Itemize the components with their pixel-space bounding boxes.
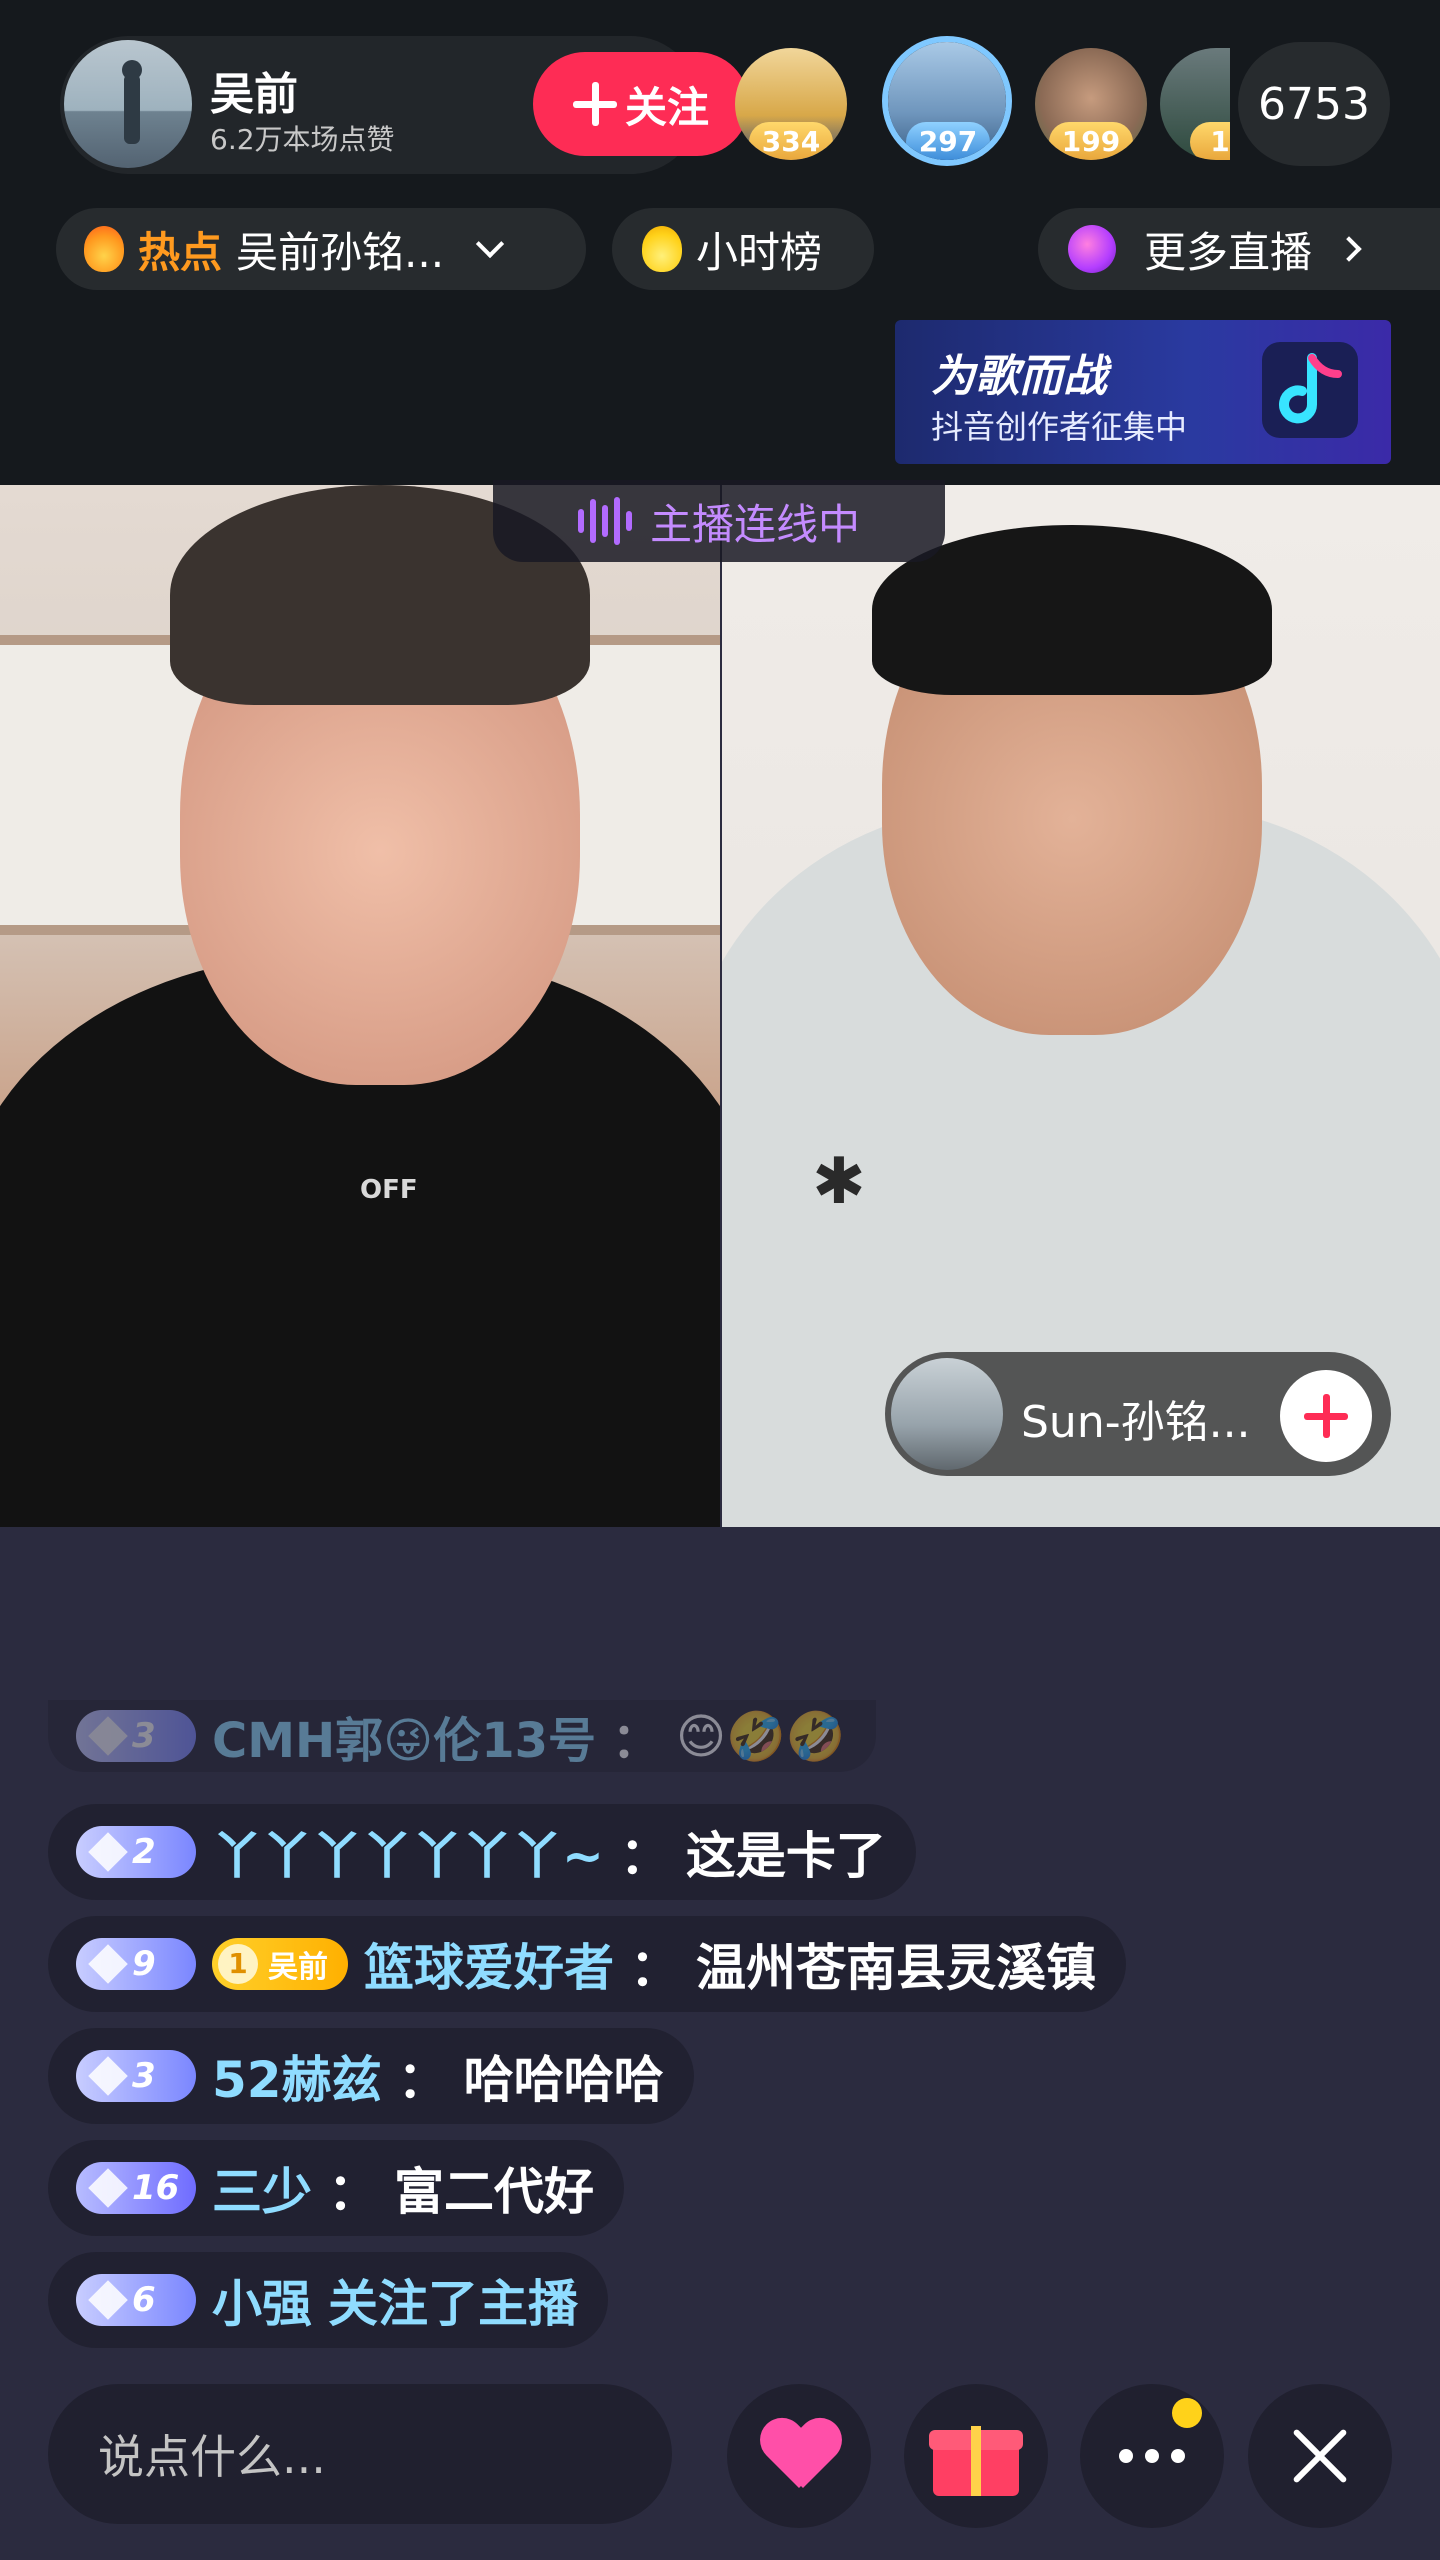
- user-level-badge: 6: [76, 2274, 196, 2326]
- guest-avatar[interactable]: [891, 1358, 1003, 1470]
- gift-icon: [929, 2416, 1023, 2496]
- more-live-pill[interactable]: 更多直播: [1038, 208, 1440, 290]
- chat-username[interactable]: 篮球爱好者: [364, 1928, 614, 2000]
- more-dots-icon: [1119, 2449, 1185, 2463]
- follow-button[interactable]: 关注: [533, 52, 749, 156]
- guest-card[interactable]: Sun-孙铭...: [885, 1352, 1391, 1476]
- promo-banner[interactable]: 为歌而战 抖音创作者征集中: [895, 320, 1391, 464]
- chevron-right-icon: [1336, 236, 1362, 262]
- host-video-feed[interactable]: OFF: [0, 485, 720, 1527]
- chat-message: 2 丫丫丫丫丫丫丫~ ： 这是卡了: [48, 1804, 916, 1900]
- chat-colon: ：: [328, 2163, 378, 2221]
- shirt-logo: OFF: [360, 1175, 418, 1205]
- follow-label: 关注: [624, 82, 709, 132]
- viewer-avatar[interactable]: 199: [1035, 48, 1147, 160]
- plus-icon: [1304, 1394, 1348, 1438]
- chevron-down-icon: [475, 229, 505, 259]
- chat-message: 9 1 吴前 篮球爱好者 ： 温州苍南县灵溪镇: [48, 1916, 1126, 2012]
- chat-text: 哈哈哈哈: [463, 2051, 664, 2109]
- connect-status-label: 主播连线中: [649, 499, 860, 549]
- viewer-count[interactable]: 6753: [1238, 42, 1390, 166]
- avatar-figure-body: [124, 74, 140, 144]
- planet-icon: [1068, 225, 1116, 273]
- close-icon: [1290, 2426, 1350, 2486]
- chat-username[interactable]: 小强: [212, 2264, 312, 2336]
- chat-username[interactable]: CMH郭😜伦13号: [212, 1701, 596, 1771]
- level-number: 6: [132, 2280, 156, 2320]
- guest-name: Sun-孙铭...: [1021, 1397, 1251, 1448]
- music-note-icon: [1262, 342, 1358, 438]
- viewer-badge: 297: [906, 122, 990, 160]
- close-button[interactable]: [1248, 2384, 1392, 2528]
- chat-colon: ：: [630, 1939, 680, 1997]
- chat-text: 温州苍南县灵溪镇: [696, 1939, 1096, 1997]
- level-number: 9: [132, 1944, 156, 1984]
- chat-text: 😊🤣🤣: [676, 1708, 846, 1765]
- notification-dot: [1172, 2398, 1202, 2428]
- user-level-badge: 3: [76, 2050, 196, 2102]
- level-number: 3: [132, 1716, 156, 1756]
- hot-topic-text: 吴前孙铭...: [236, 227, 445, 277]
- diamond-icon: [88, 2056, 128, 2096]
- host-card[interactable]: 吴前 6.2万本场点赞 关注: [60, 36, 749, 174]
- hot-label: 热点: [138, 227, 223, 277]
- host-likes: 6.2万本场点赞: [210, 123, 395, 156]
- diamond-icon: [88, 1716, 128, 1756]
- chat-text: 富二代好: [394, 2163, 594, 2221]
- fan-club-badge: 1 吴前: [212, 1938, 348, 1990]
- like-button[interactable]: [727, 2384, 871, 2528]
- viewer-badge: 1: [1190, 122, 1230, 160]
- comment-input[interactable]: 说点什么...: [48, 2384, 672, 2524]
- banner-subtitle: 抖音创作者征集中: [931, 408, 1188, 446]
- hourly-rank-pill[interactable]: 小时榜: [612, 208, 874, 290]
- chat-message: 3 52赫兹 ： 哈哈哈哈: [48, 2028, 694, 2124]
- diamond-icon: [88, 2168, 128, 2208]
- chat-message: 6 小强 关注了主播: [48, 2252, 608, 2348]
- user-level-badge: 16: [76, 2162, 196, 2214]
- diamond-icon: [88, 1944, 128, 1984]
- chat-message: 16 三少 ： 富二代好: [48, 2140, 624, 2236]
- hoodie-logo-icon: ✱: [812, 1145, 866, 1219]
- chat-username[interactable]: 三少: [212, 2152, 312, 2224]
- banner-title: 为歌而战: [931, 351, 1107, 402]
- plus-icon: [572, 82, 617, 126]
- fan-club-name: 吴前: [268, 1950, 328, 1985]
- chat-username[interactable]: 52赫兹: [212, 2040, 382, 2112]
- chat-message: 3 CMH郭😜伦13号 ： 😊🤣🤣: [48, 1700, 876, 1772]
- user-level-badge: 3: [76, 1710, 196, 1762]
- chat-username[interactable]: 丫丫丫丫丫丫丫~: [212, 1816, 604, 1888]
- level-number: 16: [132, 2168, 180, 2208]
- diamond-icon: [88, 2280, 128, 2320]
- viewer-avatar[interactable]: 297: [882, 36, 1012, 166]
- chat-colon: ：: [612, 1713, 661, 1769]
- hourly-rank-label: 小时榜: [696, 227, 823, 277]
- chat-system-text: 关注了主播: [328, 2275, 578, 2333]
- fan-heart-icon: 1: [218, 1944, 258, 1984]
- heart-icon: [759, 2420, 839, 2492]
- viewer-avatar[interactable]: 1: [1160, 48, 1230, 160]
- connect-status-tab: 主播连线中: [493, 480, 945, 562]
- user-level-badge: 9: [76, 1938, 196, 1990]
- more-live-label: 更多直播: [1144, 227, 1313, 277]
- audio-wave-icon: [577, 497, 632, 545]
- chat-text: 这是卡了: [685, 1827, 886, 1885]
- gift-button[interactable]: [904, 2384, 1048, 2528]
- chat-colon: ：: [619, 1827, 670, 1885]
- viewer-badge: 199: [1049, 122, 1133, 160]
- chat-colon: ：: [397, 2051, 448, 2109]
- level-number: 3: [132, 2056, 156, 2096]
- guest-follow-button[interactable]: [1280, 1370, 1372, 1462]
- user-level-badge: 2: [76, 1826, 196, 1878]
- diamond-icon: [88, 1832, 128, 1872]
- hot-topic-pill[interactable]: 热点 吴前孙铭...: [56, 208, 586, 290]
- flame-icon: [84, 226, 124, 272]
- flame-icon: [642, 226, 682, 272]
- viewer-badge: 334: [749, 122, 833, 160]
- host-name: 吴前: [210, 69, 298, 120]
- level-number: 2: [132, 1832, 156, 1872]
- host-avatar[interactable]: [64, 40, 192, 168]
- viewer-avatar[interactable]: 334: [735, 48, 847, 160]
- more-button[interactable]: [1080, 2384, 1224, 2528]
